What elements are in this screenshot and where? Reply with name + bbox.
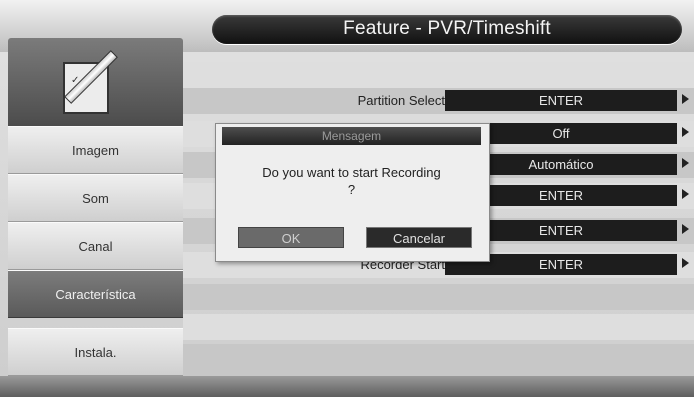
sidebar-item-label: Imagem: [72, 142, 119, 158]
cancel-button[interactable]: Cancelar: [366, 227, 472, 248]
triangle-right-icon: [682, 127, 689, 137]
sidebar-item-imagem[interactable]: Imagem: [8, 126, 183, 174]
setting-value[interactable]: ENTER: [445, 90, 677, 111]
sidebar-item-label: Canal: [78, 238, 113, 254]
sidebar-item-instala[interactable]: Instala.: [8, 328, 183, 376]
triangle-right-icon: [682, 189, 689, 199]
dialog-title: Mensagem: [222, 127, 481, 145]
sidebar-item-label: Som: [82, 190, 109, 206]
dialog-message-line: Do you want to start Recording: [262, 165, 441, 180]
setting-row-partition-select[interactable]: Partition Select ENTER: [183, 88, 694, 114]
triangle-right-icon: [682, 224, 689, 234]
row-spacer: [183, 284, 694, 310]
dialog-message-line: ?: [347, 182, 356, 197]
ok-button[interactable]: OK: [238, 227, 344, 248]
triangle-right-icon: [682, 94, 689, 104]
page-title: Feature - PVR/Timeshift: [343, 18, 551, 39]
bottom-bar: [0, 376, 694, 397]
sidebar-item-label: Instala.: [74, 344, 117, 360]
triangle-right-icon: [682, 158, 689, 168]
row-spacer: [183, 344, 694, 376]
sidebar-item-canal[interactable]: Canal: [8, 222, 183, 270]
tv-menu-screen: Feature - PVR/Timeshift Partition Select…: [0, 0, 694, 397]
sidebar-item-som[interactable]: Som: [8, 174, 183, 222]
setting-label: Partition Select: [357, 93, 445, 108]
sidebar: ✓ ✓ Imagem Som Canal Característica Inst…: [0, 38, 183, 376]
dialog-message: Do you want to start Recording ?: [222, 164, 481, 198]
row-spacer: [183, 314, 694, 340]
title-pill: Feature - PVR/Timeshift: [212, 15, 682, 44]
sidebar-item-caracteristica[interactable]: Característica: [8, 270, 183, 318]
logo-tile: ✓ ✓: [8, 38, 183, 126]
confirm-dialog: Mensagem Do you want to start Recording …: [215, 123, 490, 262]
row-spacer: [183, 62, 694, 88]
triangle-right-icon: [682, 258, 689, 268]
sidebar-item-label: Característica: [55, 286, 136, 302]
